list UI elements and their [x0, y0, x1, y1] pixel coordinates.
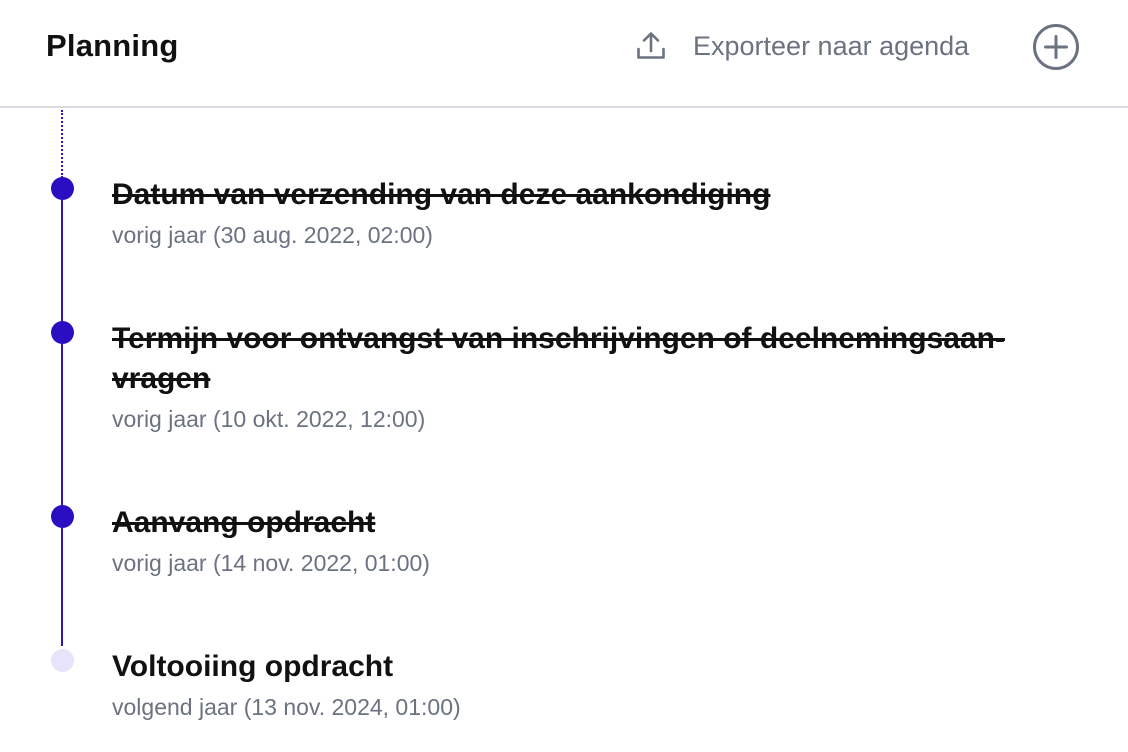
- event-title: Voltooiing opdracht: [112, 650, 394, 683]
- timeline-dot-past: [51, 321, 74, 344]
- event-title-line: vragen: [112, 362, 211, 395]
- export-to-calendar-button[interactable]: Exporteer naar agenda: [634, 24, 969, 68]
- page-title: Planning: [46, 28, 179, 63]
- event-title: Termijn voor ontvangst van inschrijvinge…: [112, 319, 1092, 399]
- event-date: vorig jaar (14 nov. 2022, 01:00): [112, 550, 430, 576]
- timeline-event: Voltooiing opdracht volgend jaar (13 nov…: [112, 647, 1092, 723]
- event-title-line: Termijn voor ontvangst van inschrijvinge…: [112, 322, 1005, 355]
- timeline-connector: [61, 200, 63, 334]
- export-to-calendar-label: Exporteer naar agenda: [693, 30, 970, 61]
- timeline-event: Termijn voor ontvangst van inschrijvinge…: [112, 319, 1092, 435]
- planning-header: Planning Exporteer naar agenda: [0, 0, 1128, 108]
- planning-timeline: Datum van verzending van deze aankondigi…: [0, 108, 1128, 752]
- event-date: volgend jaar (13 nov. 2024, 01:00): [112, 694, 461, 720]
- timeline-connector: [61, 344, 63, 516]
- event-date: vorig jaar (30 aug. 2022, 02:00): [112, 222, 433, 248]
- upload-icon: [637, 32, 665, 59]
- plus-circle-icon[interactable]: [1032, 23, 1080, 71]
- timeline-connector: [61, 528, 63, 646]
- timeline-dot-past: [51, 177, 74, 200]
- event-title: Aanvang opdracht: [112, 506, 376, 539]
- timeline-dot-future: [51, 649, 74, 672]
- timeline-event: Datum van verzending van deze aankondigi…: [112, 175, 1092, 251]
- event-title: Datum van verzending van deze aankondigi…: [112, 178, 771, 211]
- timeline-dot-past: [51, 505, 74, 528]
- event-date: vorig jaar (10 okt. 2022, 12:00): [112, 406, 426, 432]
- timeline-event: Aanvang opdracht vorig jaar (14 nov. 202…: [112, 503, 1092, 579]
- timeline-dotted-connector: [61, 110, 63, 178]
